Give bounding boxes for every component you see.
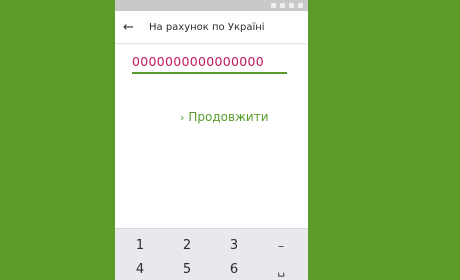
chevron-right-icon: › — [180, 110, 185, 124]
status-bar — [115, 0, 308, 11]
key-3[interactable]: 3 — [214, 235, 254, 257]
battery-icon — [298, 3, 303, 8]
app-bar: ← На рахунок по Україні — [115, 11, 308, 44]
continue-button-label: Продовжити — [188, 110, 269, 124]
numeric-keypad: 1 2 3 – 4 5 6 ␣ — [115, 228, 308, 280]
arrow-left-icon[interactable]: ← — [123, 20, 141, 35]
phone-screen: ← На рахунок по Україні › Продовжити 1 2… — [115, 0, 308, 280]
key-space[interactable]: ␣ — [261, 259, 301, 280]
key-dash[interactable]: – — [261, 235, 301, 257]
page-title: На рахунок по Україні — [149, 21, 265, 33]
key-6[interactable]: 6 — [214, 259, 254, 280]
account-number-input[interactable] — [132, 50, 287, 74]
key-4[interactable]: 4 — [120, 259, 160, 280]
continue-button[interactable]: › Продовжити — [180, 110, 269, 124]
key-2[interactable]: 2 — [167, 235, 207, 257]
status-icon — [271, 3, 276, 8]
status-icon — [280, 3, 285, 8]
key-1[interactable]: 1 — [120, 235, 160, 257]
wifi-icon — [289, 3, 294, 8]
key-5[interactable]: 5 — [167, 259, 207, 280]
